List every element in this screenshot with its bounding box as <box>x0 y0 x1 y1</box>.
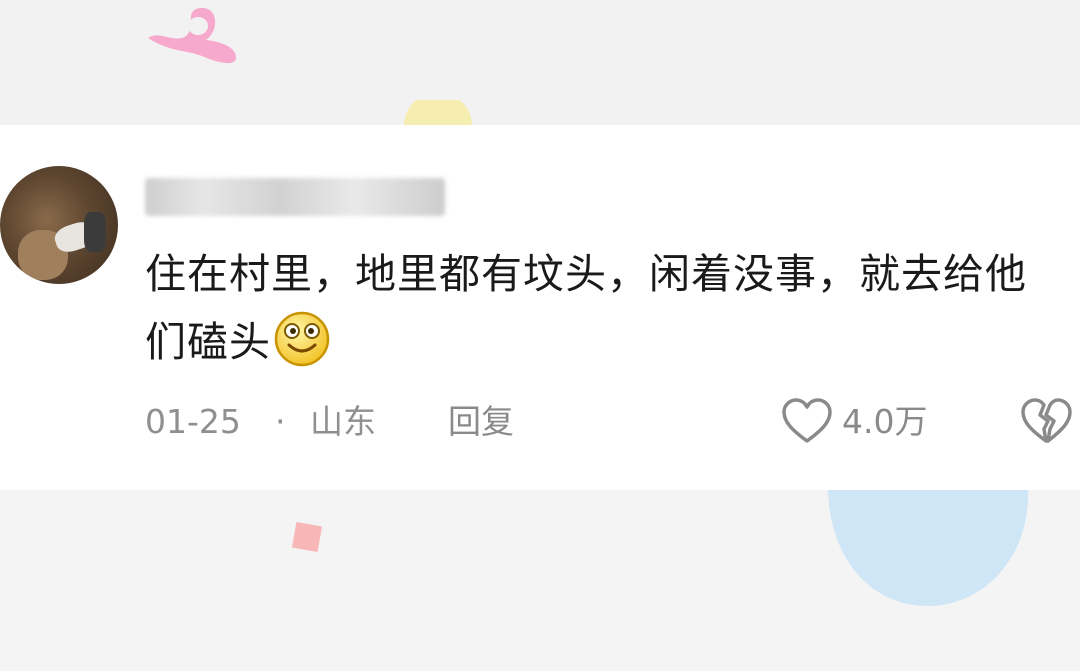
broken-heart-dislike-icon[interactable] <box>1018 396 1074 446</box>
pink-ribbon-decoration <box>148 7 236 64</box>
comment-date: 01-25 <box>145 402 241 441</box>
username-blurred[interactable] <box>145 178 445 216</box>
reply-button[interactable]: 回复 <box>448 400 514 444</box>
heart-like-icon[interactable] <box>780 396 834 446</box>
comment-text: 住在村里，地里都有坟头，闲着没事，就去给他们磕头 <box>145 240 1060 376</box>
avatar-patch <box>84 212 106 252</box>
like-count: 4.0万 <box>842 402 928 441</box>
comment-location: 山东 <box>310 402 376 441</box>
blue-blob-decoration <box>828 490 1029 607</box>
yellow-circle-decoration <box>404 100 472 126</box>
red-square-decoration <box>291 521 323 553</box>
avatar[interactable] <box>0 166 118 284</box>
smiley-face-icon <box>274 311 330 367</box>
meta-separator: · <box>275 402 286 441</box>
